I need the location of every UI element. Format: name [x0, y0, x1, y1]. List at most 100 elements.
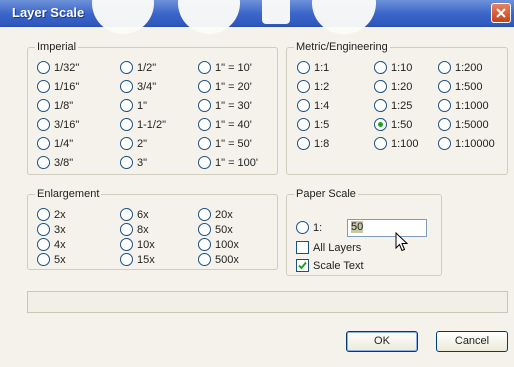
enlargement-option[interactable]: 50x: [198, 222, 233, 237]
imperial-option-label: 1" = 50': [215, 138, 252, 151]
paper-scale-group: Paper Scale 1: 50 All Layers Scale Text: [286, 187, 442, 276]
radio-icon: [198, 155, 211, 169]
enlargement-option-label: 3x: [54, 224, 66, 237]
scale-text-label: Scale Text: [313, 260, 364, 273]
metric-option[interactable]: 1:1: [297, 60, 330, 75]
radio-icon: [37, 117, 50, 131]
radio-icon: [120, 222, 133, 236]
radio-icon: [438, 98, 451, 112]
imperial-option[interactable]: 1" = 50': [198, 136, 252, 151]
imperial-option[interactable]: 1": [120, 98, 147, 113]
imperial-option[interactable]: 1" = 40': [198, 117, 252, 132]
imperial-option[interactable]: 1" = 10': [198, 60, 252, 75]
imperial-option[interactable]: 1/32": [37, 60, 79, 75]
enlargement-option[interactable]: 20x: [198, 207, 233, 222]
imperial-option[interactable]: 1" = 30': [198, 98, 252, 113]
imperial-option[interactable]: 1/8": [37, 98, 73, 113]
metric-option[interactable]: 1:25: [374, 98, 412, 113]
enlargement-option-label: 50x: [215, 224, 233, 237]
enlargement-option-label: 2x: [54, 209, 66, 222]
radio-icon: [198, 117, 211, 131]
radio-icon: [297, 79, 310, 93]
enlargement-option[interactable]: 500x: [198, 252, 239, 267]
enlargement-option[interactable]: 5x: [37, 252, 66, 267]
paper-scale-group-title: Paper Scale: [294, 187, 358, 201]
radio-icon: [438, 117, 451, 131]
radio-icon: [297, 60, 310, 74]
enlargement-option[interactable]: 3x: [37, 222, 66, 237]
radio-icon: [37, 207, 50, 221]
imperial-option[interactable]: 1/2": [120, 60, 157, 75]
enlargement-option-label: 10x: [137, 239, 155, 252]
imperial-option-label: 3": [137, 157, 148, 170]
enlargement-option[interactable]: 100x: [198, 237, 239, 252]
imperial-option[interactable]: 1" = 100': [198, 155, 258, 170]
metric-option[interactable]: 1:4: [297, 98, 329, 113]
metric-option-label: 1:10: [391, 62, 413, 75]
ok-button[interactable]: OK: [346, 331, 418, 352]
imperial-option[interactable]: 3/4": [120, 79, 156, 94]
radio-icon: [198, 60, 211, 74]
checkmark-icon: [296, 258, 309, 272]
metric-option-label: 1:20: [391, 81, 413, 94]
metric-option-label: 1:50: [391, 119, 413, 132]
enlargement-option[interactable]: 10x: [120, 237, 155, 252]
metric-option[interactable]: 1:2: [297, 79, 330, 94]
window-title: Layer Scale: [12, 5, 85, 20]
metric-option[interactable]: 1:5000: [438, 117, 489, 132]
metric-option[interactable]: 1:5: [297, 117, 330, 132]
imperial-option[interactable]: 1/4": [37, 136, 73, 151]
imperial-option-label: 1" = 40': [215, 119, 252, 132]
status-bar: [27, 291, 508, 313]
metric-option-label: 1:5: [314, 119, 330, 132]
paper-scale-input[interactable]: 50: [347, 219, 427, 237]
metric-option[interactable]: 1:10: [374, 60, 413, 75]
metric-option-label: 1:1: [314, 62, 330, 75]
metric-option[interactable]: 1:200: [438, 60, 483, 75]
enlargement-option-label: 5x: [54, 254, 66, 267]
metric-option[interactable]: 1:1000: [438, 98, 489, 113]
enlargement-option[interactable]: 2x: [37, 207, 66, 222]
all-layers-checkbox[interactable]: All Layers: [296, 240, 361, 255]
metric-option[interactable]: 1:50: [374, 117, 413, 132]
imperial-option[interactable]: 1/16": [37, 79, 79, 94]
radio-icon: [198, 252, 211, 266]
enlargement-option[interactable]: 15x: [120, 252, 155, 267]
mouse-pointer-icon: [395, 231, 409, 255]
radio-icon: [374, 117, 387, 131]
metric-option[interactable]: 1:20: [374, 79, 413, 94]
radio-icon: [120, 98, 133, 112]
radio-icon: [198, 207, 211, 221]
radio-icon: [374, 60, 387, 74]
imperial-option[interactable]: 1-1/2": [120, 117, 166, 132]
radio-icon: [438, 60, 451, 74]
imperial-option-label: 1" = 20': [215, 81, 252, 94]
enlargement-option[interactable]: 6x: [120, 207, 149, 222]
enlargement-option[interactable]: 8x: [120, 222, 149, 237]
imperial-option[interactable]: 1" = 20': [198, 79, 252, 94]
radio-icon: [120, 117, 133, 131]
close-button[interactable]: [491, 3, 511, 23]
metric-option-label: 1:200: [455, 62, 483, 75]
imperial-group-title: Imperial: [35, 40, 79, 54]
imperial-option[interactable]: 3/16": [37, 117, 79, 132]
cancel-button[interactable]: Cancel: [436, 331, 508, 352]
metric-option-label: 1:2: [314, 81, 330, 94]
metric-option[interactable]: 1:500: [438, 79, 483, 94]
imperial-option-label: 1/2": [137, 62, 157, 75]
imperial-group: Imperial 1/32" 1/16" 1/8" 3/16" 1/4" 3/8" 1/2"…: [27, 40, 278, 175]
imperial-option[interactable]: 2": [120, 136, 147, 151]
radio-icon: [297, 117, 310, 131]
imperial-option[interactable]: 3": [120, 155, 148, 170]
enlargement-option-label: 6x: [137, 209, 149, 222]
paper-scale-radio[interactable]: 1:: [296, 220, 322, 235]
metric-option[interactable]: 1:8: [297, 136, 329, 151]
imperial-option[interactable]: 3/8": [37, 155, 73, 170]
enlargement-option[interactable]: 4x: [37, 237, 66, 252]
radio-icon: [198, 237, 211, 251]
enlargement-option-label: 15x: [137, 254, 155, 267]
scale-text-checkbox[interactable]: Scale Text: [296, 258, 364, 273]
metric-option[interactable]: 1:100: [374, 136, 419, 151]
enlargement-option-label: 100x: [215, 239, 239, 252]
metric-option[interactable]: 1:10000: [438, 136, 495, 151]
